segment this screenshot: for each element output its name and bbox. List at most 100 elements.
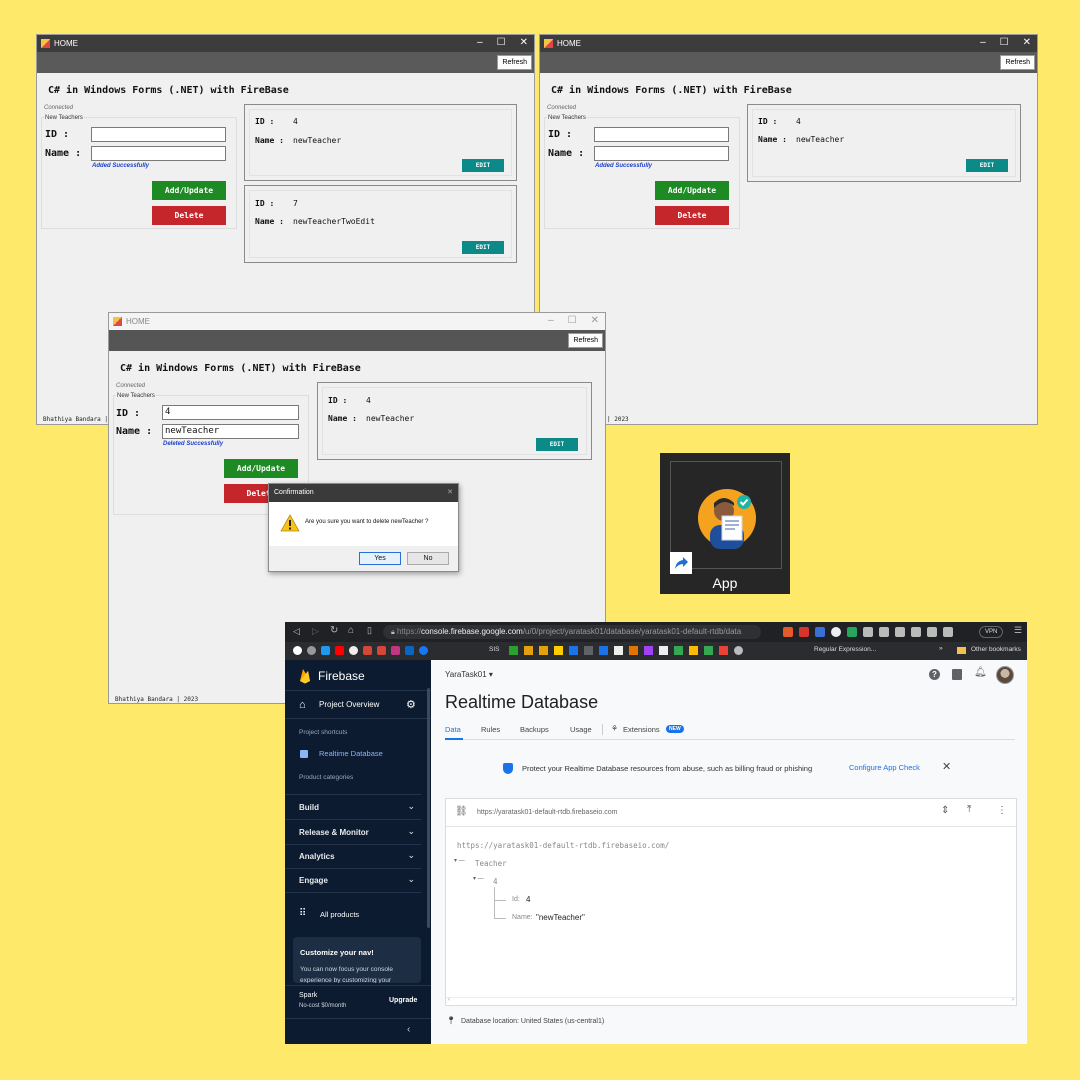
card-id-value: 4 [293, 117, 298, 126]
name-input[interactable] [594, 146, 729, 161]
edit-button[interactable]: EDIT [536, 438, 578, 451]
bookmark-icon[interactable]: ▯ [367, 625, 372, 636]
notes-icon[interactable] [952, 669, 962, 680]
brand-name: Firebase [318, 669, 365, 683]
collapse-icon[interactable]: ⤒ [967, 804, 971, 815]
sidebar-scrollbar[interactable] [427, 688, 430, 928]
close-icon[interactable]: ✕ [1023, 37, 1031, 48]
other-bookmarks[interactable]: Other bookmarks [971, 646, 1021, 653]
node-teacher[interactable]: Teacher [475, 859, 507, 868]
dialog-message: Are you sure you want to delete newTeach… [305, 519, 429, 525]
minimize-icon[interactable]: – [980, 37, 986, 48]
tab-usage[interactable]: Usage [570, 725, 592, 734]
avatar[interactable] [996, 666, 1014, 684]
card-name-value: newTeacher [293, 136, 342, 145]
id-input[interactable] [91, 127, 226, 142]
edit-button[interactable]: EDIT [462, 159, 504, 172]
close-icon[interactable]: ✕ [447, 484, 453, 502]
more-bookmarks-icon[interactable]: » [939, 645, 943, 652]
chevron-down-icon[interactable]: ▾ — [454, 857, 465, 864]
id-input[interactable] [594, 127, 729, 142]
customize-text: You can now focus your console experienc… [300, 966, 393, 983]
delete-button[interactable]: Delete [655, 206, 729, 225]
configure-app-check-link[interactable]: Configure App Check [849, 763, 920, 772]
horizontal-scrollbar[interactable]: ‹ › [446, 997, 1016, 1005]
gear-icon[interactable]: ⚙ [406, 698, 416, 711]
close-icon[interactable]: ✕ [520, 37, 528, 48]
window-titlebar: HOME – ☐ ✕ [540, 35, 1037, 52]
home-icon[interactable]: ⌂ [348, 625, 354, 636]
help-icon[interactable]: ? [929, 669, 940, 680]
window-titlebar: HOME – ☐ ✕ [37, 35, 534, 52]
tab-extensions[interactable]: Extensions [623, 725, 660, 734]
project-overview-link[interactable]: Project Overview [319, 700, 379, 709]
field-name-value[interactable]: "newTeacher" [536, 913, 585, 922]
maximize-icon[interactable]: ☐ [1000, 37, 1009, 48]
project-selector[interactable]: YaraTask01 ▾ [445, 670, 493, 679]
shortcut-arrow-icon [670, 552, 692, 574]
node-4[interactable]: 4 [493, 877, 498, 886]
refresh-button[interactable]: Refresh [497, 55, 532, 70]
more-options-icon[interactable]: ⋮ [997, 805, 1007, 816]
card-name-label: Name : [328, 414, 357, 423]
chevron-down-icon: ⌄ [407, 826, 415, 836]
extensions-icon: ⚘ [611, 724, 619, 733]
id-input[interactable]: 4 [162, 405, 299, 420]
reload-icon[interactable]: ↻ [330, 625, 338, 636]
sidebar-item-realtime-database[interactable]: Realtime Database [319, 749, 383, 758]
tab-backups[interactable]: Backups [520, 725, 549, 734]
app-shortcut-label: App [712, 575, 738, 591]
upgrade-button[interactable]: Upgrade [389, 997, 417, 1004]
all-products-link[interactable]: All products [320, 910, 359, 919]
back-icon[interactable]: ◁ [293, 626, 300, 637]
card-name-label: Name : [255, 136, 284, 145]
bell-icon[interactable]: 🔔︎ [974, 667, 987, 678]
database-icon [300, 750, 308, 758]
sidebar-section-analytics[interactable]: Analytics ⌄ [285, 844, 421, 869]
toolbar: Refresh [540, 52, 1037, 73]
bookmark-sis[interactable]: SIS [489, 646, 499, 653]
vpn-badge[interactable]: VPN [979, 626, 1004, 638]
edit-button[interactable]: EDIT [462, 241, 504, 254]
bookmark-regex[interactable]: Regular Expression... [814, 646, 876, 653]
tab-data[interactable]: Data [445, 725, 461, 734]
refresh-button[interactable]: Refresh [568, 333, 603, 348]
add-update-button[interactable]: Add/Update [152, 181, 226, 200]
add-update-button[interactable]: Add/Update [655, 181, 729, 200]
name-input[interactable]: newTeacher [162, 424, 299, 439]
sidebar-section-release-monitor[interactable]: Release & Monitor ⌄ [285, 819, 421, 844]
url-field[interactable]: 🔒︎ https://console.firebase.google.com/u… [383, 625, 761, 639]
name-input[interactable] [91, 146, 226, 161]
group-label: New Teachers [44, 115, 84, 121]
add-update-button[interactable]: Add/Update [224, 459, 298, 478]
name-label: Name : [116, 426, 153, 437]
maximize-icon[interactable]: ☐ [497, 37, 506, 48]
minimize-icon[interactable]: – [477, 37, 483, 48]
close-icon[interactable]: ✕ [591, 315, 599, 326]
collapse-sidebar-icon[interactable]: ‹ [407, 1024, 410, 1035]
footer-text: Bhathiya Bandara | 2023 [115, 696, 199, 703]
app-shortcut[interactable]: App [660, 453, 790, 594]
menu-icon[interactable]: ☰ [1014, 625, 1022, 636]
connection-status: Connected [547, 105, 577, 111]
tab-rules[interactable]: Rules [481, 725, 500, 734]
edit-button[interactable]: EDIT [966, 159, 1008, 172]
delete-button[interactable]: Delete [152, 206, 226, 225]
chevron-down-icon: ▾ [488, 670, 493, 679]
no-button[interactable]: No [407, 552, 449, 565]
field-name-key: Name: [512, 914, 533, 921]
forward-icon[interactable]: ▷ [312, 626, 319, 637]
refresh-button[interactable]: Refresh [1000, 55, 1035, 70]
expand-icon[interactable]: ⇕ [941, 805, 949, 816]
name-label: Name : [548, 148, 585, 159]
sidebar-section-engage[interactable]: Engage ⌄ [285, 868, 421, 893]
sidebar-section-build[interactable]: Build ⌄ [285, 794, 421, 819]
root-url: https://yaratask01-default-rtdb.firebase… [457, 841, 670, 850]
yes-button[interactable]: Yes [359, 552, 401, 565]
field-id-value[interactable]: 4 [526, 895, 530, 904]
product-categories-heading: Product categories [299, 774, 354, 781]
minimize-icon[interactable]: – [548, 315, 554, 326]
close-icon[interactable]: ✕ [942, 760, 951, 773]
maximize-icon[interactable]: ☐ [568, 315, 577, 326]
chevron-down-icon[interactable]: ▾ — [473, 875, 484, 882]
